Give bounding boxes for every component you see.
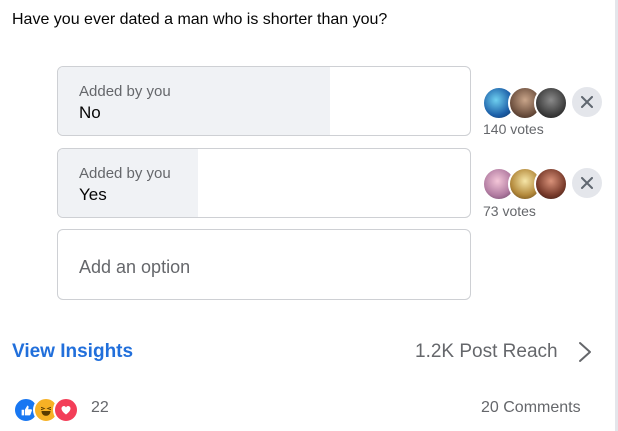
- add-option-placeholder: Add an option: [79, 257, 191, 277]
- poll-option-yes[interactable]: Added by you Yes: [57, 148, 471, 218]
- close-icon: [581, 177, 593, 189]
- vote-count[interactable]: 140 votes: [483, 121, 544, 137]
- voter-avatars[interactable]: [482, 167, 572, 201]
- vote-count[interactable]: 73 votes: [483, 203, 536, 219]
- close-icon: [581, 96, 593, 108]
- poll-post: Have you ever dated a man who is shorter…: [0, 0, 618, 431]
- avatar: [534, 86, 568, 120]
- remove-option-button[interactable]: [572, 87, 602, 117]
- option-added-by: Added by you: [79, 165, 171, 182]
- voter-avatars[interactable]: [482, 86, 572, 120]
- poll-option-no[interactable]: Added by you No: [57, 66, 471, 136]
- vote-share-bar: [58, 67, 330, 135]
- comments-link[interactable]: 20 Comments: [481, 399, 581, 417]
- vote-share-bar: [58, 149, 199, 217]
- avatar: [534, 167, 568, 201]
- chevron-right-icon[interactable]: [577, 340, 593, 364]
- reaction-icons[interactable]: [13, 397, 93, 423]
- poll-question: Have you ever dated a man who is shorter…: [12, 11, 388, 28]
- love-icon: [53, 397, 79, 423]
- reaction-count[interactable]: 22: [91, 399, 109, 417]
- option-label: No: [79, 103, 101, 122]
- add-option-input[interactable]: Add an option: [57, 229, 471, 300]
- post-reach[interactable]: 1.2K Post Reach: [415, 341, 558, 363]
- view-insights-link[interactable]: View Insights: [12, 341, 133, 363]
- option-label: Yes: [79, 185, 107, 204]
- option-added-by: Added by you: [79, 83, 171, 100]
- remove-option-button[interactable]: [572, 168, 602, 198]
